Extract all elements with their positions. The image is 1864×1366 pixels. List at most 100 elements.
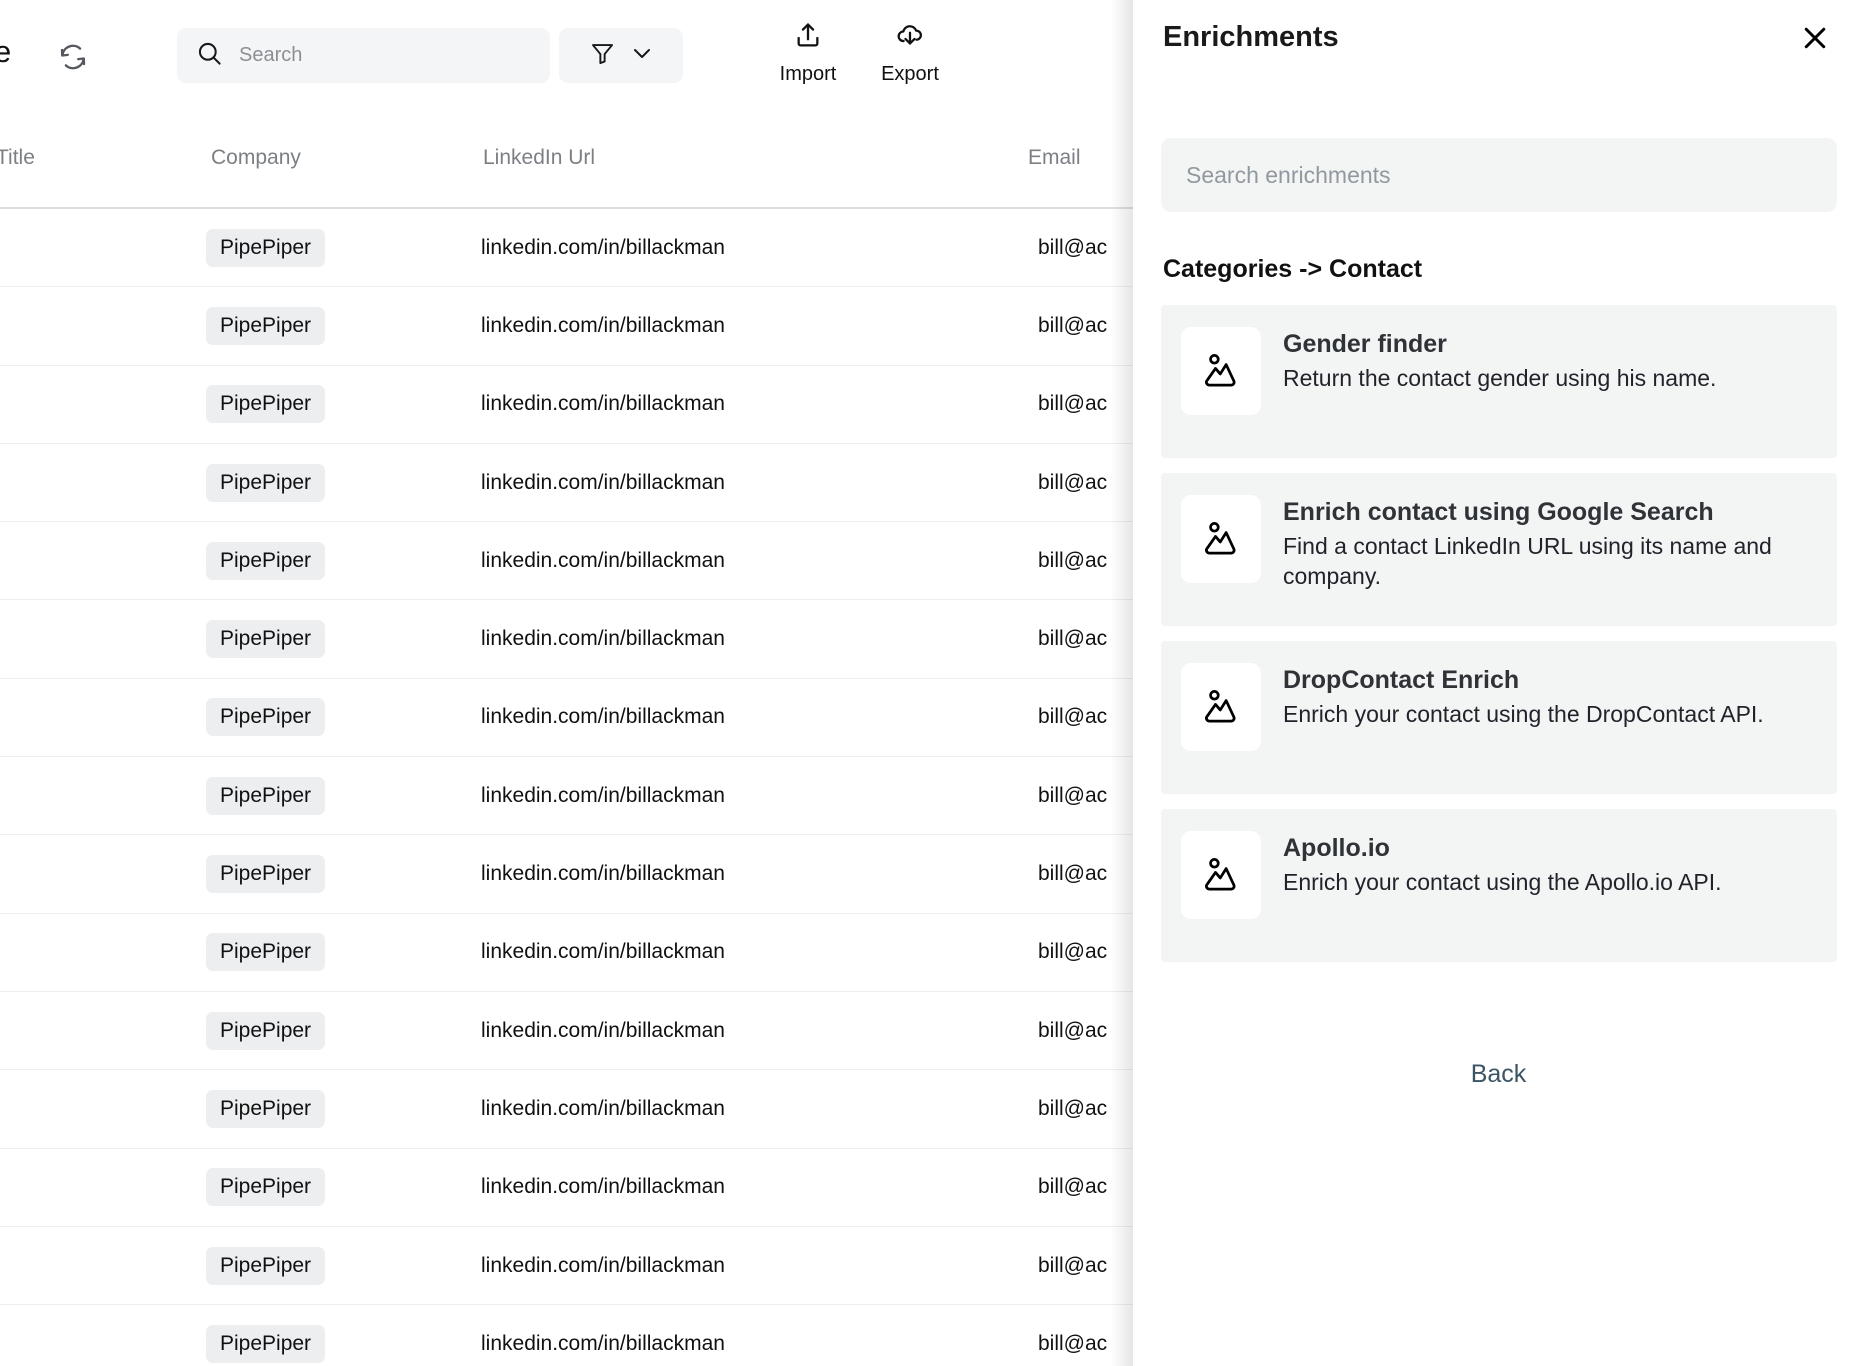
cell-email: bill@ac: [1038, 1096, 1108, 1120]
table-row[interactable]: PipePiper linkedin.com/in/billackman bill@…: [0, 600, 1140, 679]
cell-email: bill@ac: [1038, 1018, 1108, 1042]
table-body: PipePiper linkedin.com/in/billackman bill@…: [0, 209, 1140, 1366]
cell-email: bill@ac: [1038, 705, 1108, 729]
enrichment-card-title: DropContact Enrich: [1283, 666, 1520, 694]
cell-company: PipePiper: [206, 385, 326, 424]
table-row[interactable]: PipePiper linkedin.com/in/billackman bill@…: [0, 914, 1140, 992]
cell-linkedin-url: linkedin.com/in/billackman: [481, 1253, 725, 1277]
enrichment-search-input[interactable]: Search enrichments: [1161, 138, 1837, 212]
cell-linkedin-url: linkedin.com/in/billackman: [481, 783, 725, 807]
import-button[interactable]: Import: [758, 20, 858, 86]
cell-company: PipePiper: [206, 228, 326, 267]
cell-linkedin-url: linkedin.com/in/billackman: [481, 705, 725, 729]
cell-email: bill@ac: [1038, 783, 1108, 807]
enrichment-card[interactable]: Gender finder Return the contact gender u…: [1161, 305, 1837, 458]
table-row[interactable]: PipePiper linkedin.com/in/billackman bill@…: [0, 287, 1140, 366]
enrichment-card-title: Enrich contact using Google Search: [1283, 498, 1714, 526]
cell-linkedin-url: linkedin.com/in/billackman: [481, 470, 725, 494]
enrichment-card[interactable]: Enrich contact using Google Search Find a…: [1161, 473, 1837, 626]
close-icon[interactable]: [1791, 14, 1839, 62]
enrichment-card[interactable]: DropContact Enrich Enrich your contact us…: [1161, 641, 1837, 794]
enrichment-card-body: DropContact Enrich Enrich your contact us…: [1283, 663, 1817, 730]
table-row[interactable]: PipePiper linkedin.com/in/billackman bill@…: [0, 522, 1140, 601]
table-row[interactable]: PipePiper linkedin.com/in/billackman bill@…: [0, 209, 1140, 288]
enrichment-card-body: Enrich contact using Google Search Find a…: [1283, 495, 1817, 591]
table-toolbar: e Search Import Export: [0, 0, 1140, 112]
cell-company: PipePiper: [206, 541, 326, 580]
enrichment-card-description: Find a contact LinkedIn URL using its na…: [1283, 533, 1785, 589]
cell-linkedin-url: linkedin.com/in/billackman: [481, 940, 725, 964]
table-row[interactable]: PipePiper linkedin.com/in/billackman bill@…: [0, 1227, 1140, 1306]
cell-linkedin-url: linkedin.com/in/billackman: [481, 862, 725, 886]
cell-email: bill@ac: [1038, 1175, 1108, 1199]
table-row[interactable]: PipePiper linkedin.com/in/billackman bill@…: [0, 1070, 1140, 1149]
table-row[interactable]: PipePiper linkedin.com/in/billackman bill@…: [0, 679, 1140, 758]
cell-email: bill@ac: [1038, 1253, 1108, 1277]
cell-linkedin-url: linkedin.com/in/billackman: [481, 627, 725, 651]
enrichments-drawer: Enrichments Search enrichments Categorie…: [1133, 0, 1864, 1366]
cell-email: bill@ac: [1038, 470, 1108, 494]
table-row[interactable]: PipePiper linkedin.com/in/billackman bill@…: [0, 444, 1140, 523]
column-header-email[interactable]: Email: [1028, 146, 1081, 170]
cell-linkedin-url: linkedin.com/in/billackman: [481, 1096, 725, 1120]
search-input[interactable]: Search: [177, 28, 550, 83]
cell-company: PipePiper: [206, 1246, 326, 1285]
contacts-table-area: e Search Import Export Title Company Lin…: [0, 0, 1140, 1366]
cell-company: PipePiper: [206, 463, 326, 502]
chevron-down-icon: [630, 41, 654, 70]
cell-company: PipePiper: [206, 1011, 326, 1050]
enrichment-card-description: Return the contact gender using his name…: [1283, 365, 1717, 392]
cell-email: bill@ac: [1038, 235, 1108, 259]
cell-company: PipePiper: [206, 776, 326, 815]
cell-email: bill@ac: [1038, 392, 1108, 416]
column-header-company[interactable]: Company: [211, 146, 301, 170]
refresh-icon[interactable]: [56, 40, 90, 74]
cell-linkedin-url: linkedin.com/in/billackman: [481, 1175, 725, 1199]
drawer-title: Enrichments: [1163, 21, 1339, 53]
cell-email: bill@ac: [1038, 1331, 1108, 1355]
image-placeholder-icon: [1181, 831, 1261, 919]
image-placeholder-icon: [1181, 663, 1261, 751]
table-row[interactable]: PipePiper linkedin.com/in/billackman bill@…: [0, 1149, 1140, 1227]
enrichment-card-title: Apollo.io: [1283, 834, 1390, 862]
cell-company: PipePiper: [206, 1168, 326, 1207]
cell-email: bill@ac: [1038, 313, 1108, 337]
export-label: Export: [881, 63, 939, 85]
category-breadcrumb: Categories -> Contact: [1163, 255, 1423, 283]
cell-email: bill@ac: [1038, 627, 1108, 651]
import-label: Import: [779, 63, 837, 85]
back-button[interactable]: Back: [1133, 1060, 1864, 1089]
image-placeholder-icon: [1181, 495, 1261, 583]
table-row[interactable]: PipePiper linkedin.com/in/billackman bill@…: [0, 992, 1140, 1071]
cell-company: PipePiper: [206, 933, 326, 972]
cell-company: PipePiper: [206, 1089, 326, 1128]
table-row[interactable]: PipePiper linkedin.com/in/billackman bill@…: [0, 366, 1140, 444]
table-header-row: Title Company LinkedIn Url Email: [0, 112, 1140, 209]
export-button[interactable]: Export: [860, 20, 960, 86]
cell-linkedin-url: linkedin.com/in/billackman: [481, 313, 725, 337]
cell-company: PipePiper: [206, 1324, 326, 1363]
cell-linkedin-url: linkedin.com/in/billackman: [481, 392, 725, 416]
cell-linkedin-url: linkedin.com/in/billackman: [481, 235, 725, 259]
cell-company: PipePiper: [206, 698, 326, 737]
enrichment-card[interactable]: Apollo.io Enrich your contact using the A…: [1161, 809, 1837, 962]
cell-email: bill@ac: [1038, 862, 1108, 886]
column-header-linkedin-url[interactable]: LinkedIn Url: [483, 146, 595, 170]
table-row[interactable]: PipePiper linkedin.com/in/billackman bill@…: [0, 835, 1140, 914]
enrichment-card-body: Gender finder Return the contact gender u…: [1283, 327, 1817, 394]
cloud-download-icon: [894, 20, 926, 57]
upload-icon: [792, 20, 824, 57]
table-row[interactable]: PipePiper linkedin.com/in/billackman bill@…: [0, 757, 1140, 836]
enrichment-card-list: Gender finder Return the contact gender u…: [1161, 305, 1837, 977]
enrichment-card-description: Enrich your contact using the Apollo.io …: [1283, 869, 1722, 896]
enrichment-search-placeholder: Search enrichments: [1186, 161, 1391, 188]
app-root: e Search Import Export Title Company Lin…: [0, 0, 1864, 1366]
table-row[interactable]: PipePiper linkedin.com/in/billackman bill@…: [0, 1305, 1140, 1366]
cell-company: PipePiper: [206, 855, 326, 894]
cell-email: bill@ac: [1038, 548, 1108, 572]
filter-button[interactable]: [559, 28, 683, 83]
column-header-title[interactable]: Title: [0, 146, 35, 170]
enrichment-card-description: Enrich your contact using the DropContac…: [1283, 701, 1764, 728]
search-placeholder: Search: [239, 44, 303, 66]
enrichment-card-body: Apollo.io Enrich your contact using the A…: [1283, 831, 1817, 898]
